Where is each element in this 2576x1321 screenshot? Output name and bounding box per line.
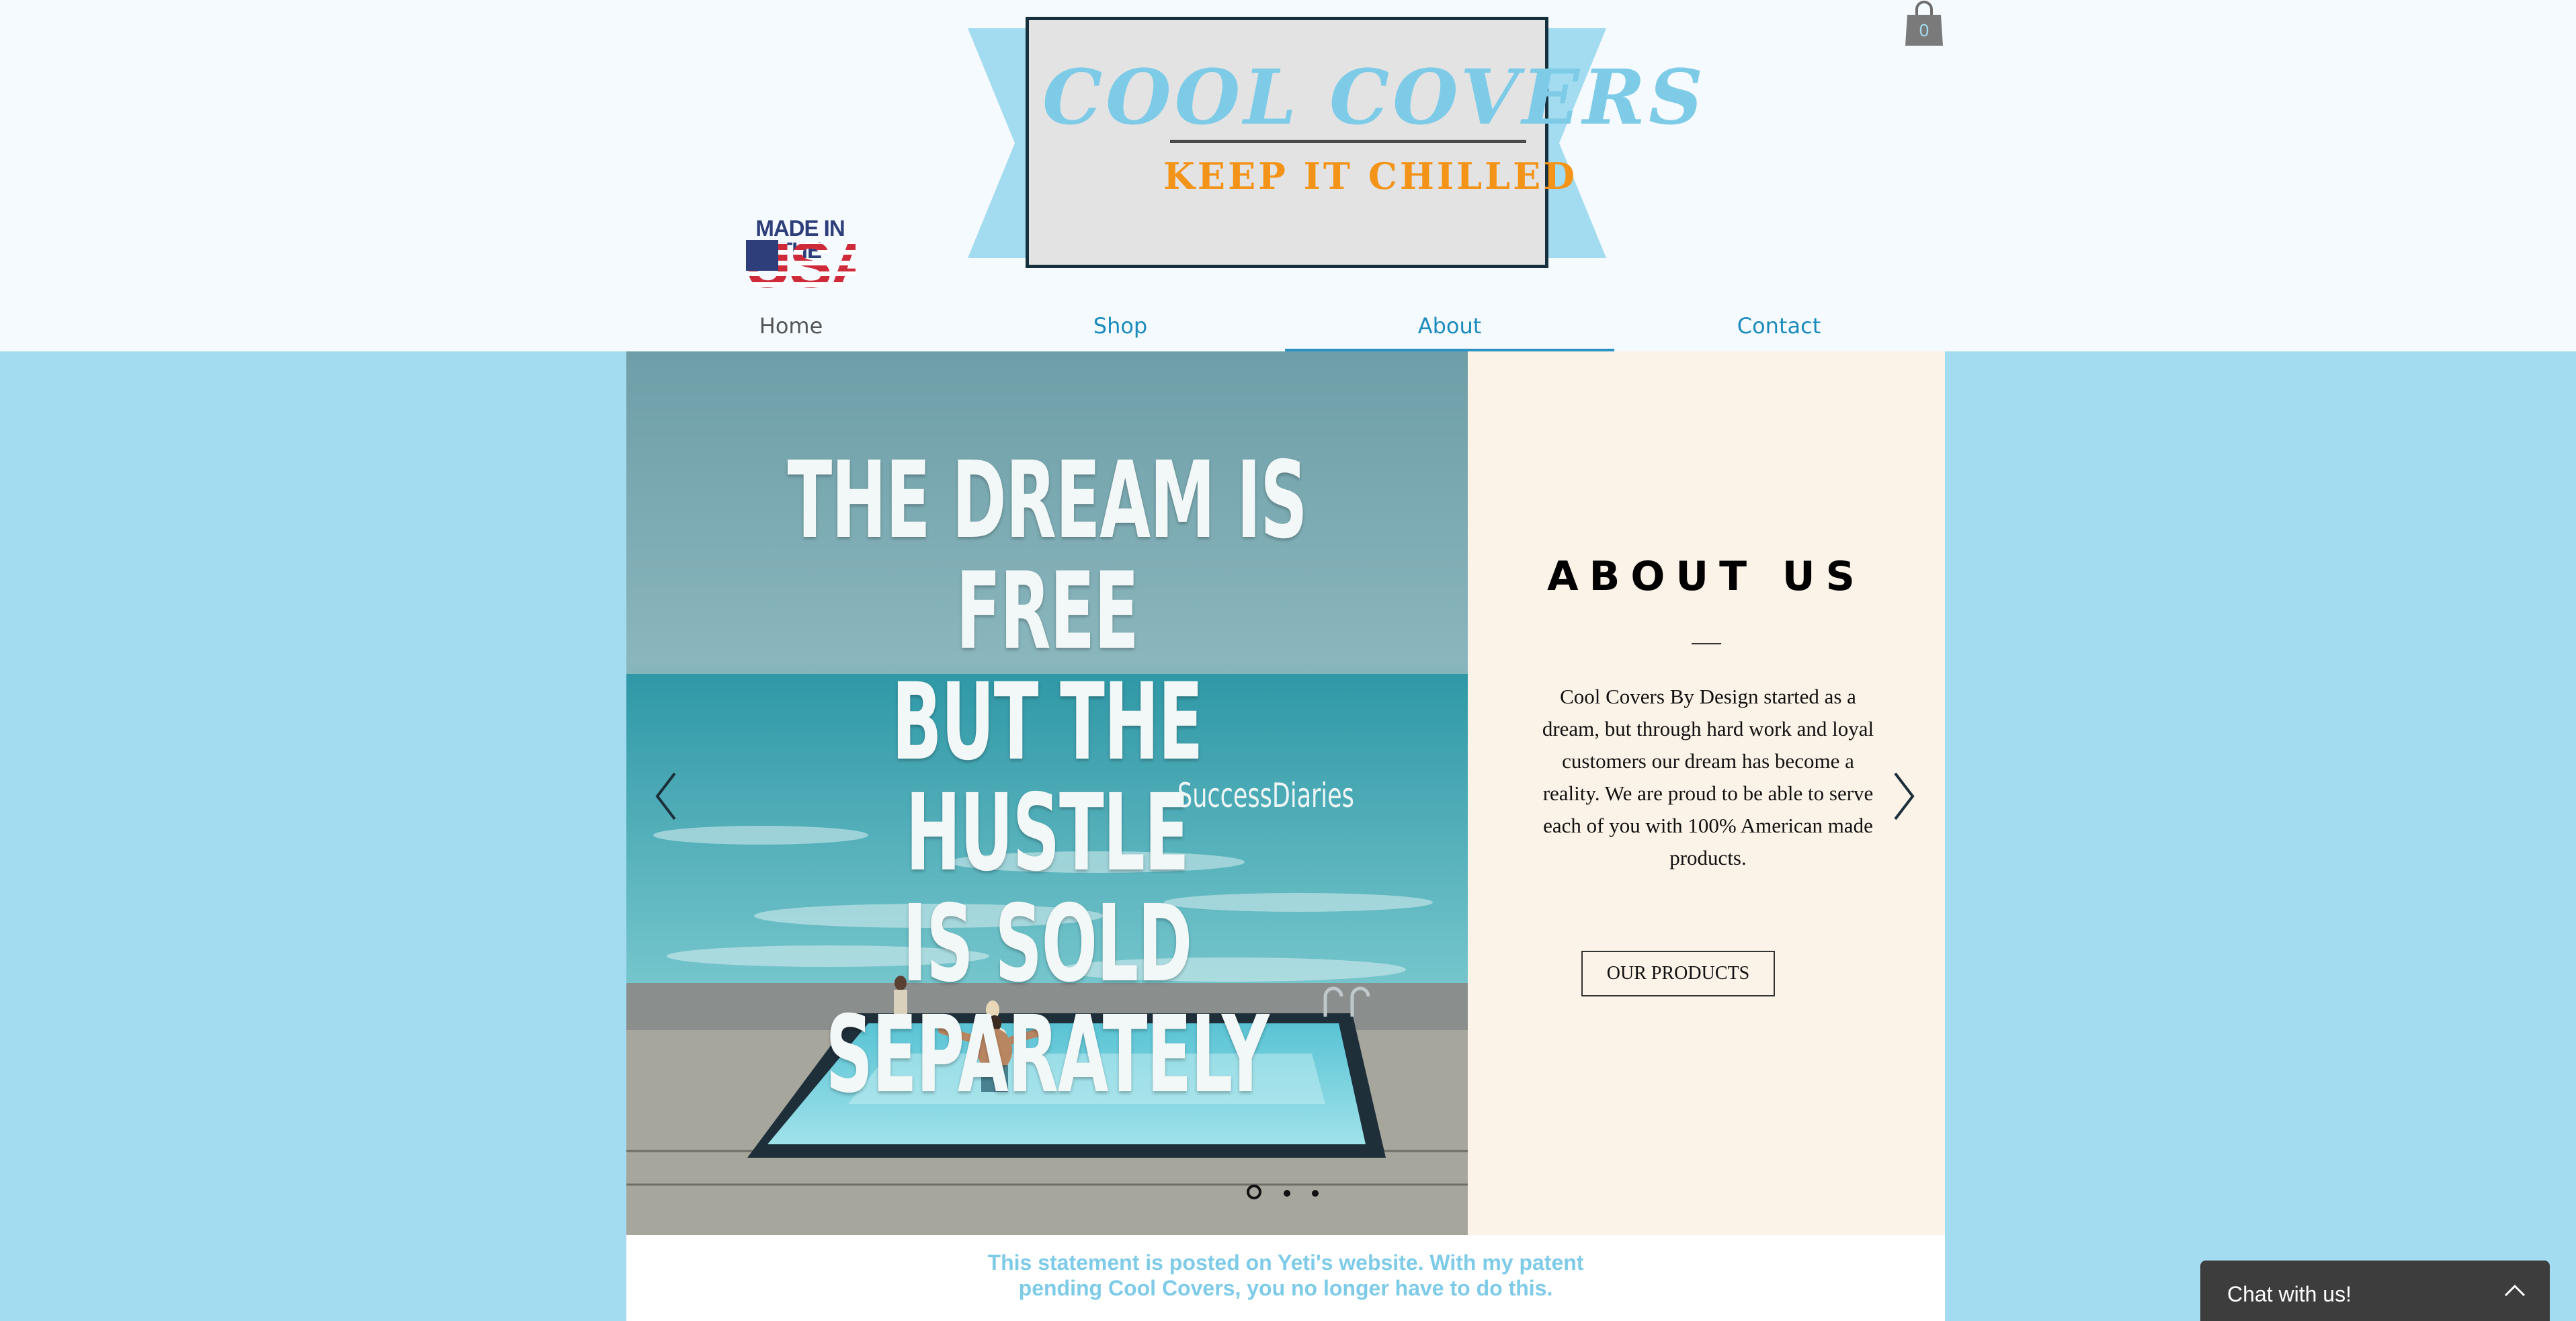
our-products-button[interactable]: OUR PRODUCTS — [1581, 951, 1775, 996]
slide-next-button[interactable] — [1888, 769, 1918, 823]
logo-tagline: KEEP IT CHILLED — [1163, 155, 1578, 198]
statement-line-2: pending Cool Covers, you no longer have … — [1018, 1276, 1553, 1300]
logo-title: COOL COVERS — [1042, 54, 1706, 142]
slide-dot-2[interactable] — [1284, 1190, 1290, 1197]
cart-button[interactable]: 0 — [1905, 0, 1944, 47]
slide-dot-1[interactable] — [1247, 1185, 1261, 1199]
about-body: Cool Covers By Design started as a dream… — [1542, 685, 1874, 869]
chat-widget[interactable]: Chat with us! — [2200, 1261, 2550, 1321]
about-panel: ABOUT US Cool Covers By Design started a… — [1468, 351, 1945, 1235]
chevron-right-icon — [1894, 772, 1915, 820]
chevron-up-icon[interactable] — [2501, 1281, 2528, 1301]
slide-dot-3[interactable] — [1312, 1190, 1319, 1197]
hero-slide-image: THE DREAM IS FREE BUT THE HUSTLE IS SOLD… — [626, 351, 1468, 1237]
statement-line-1: This statement is posted on Yeti's websi… — [987, 1250, 1584, 1275]
made-in-usa-badge: MADE IN THE USA — [745, 217, 877, 300]
main-nav: Home Shop About Contact — [626, 302, 1944, 353]
slide-prev-button[interactable] — [652, 769, 681, 823]
logo-rule — [1170, 140, 1526, 143]
statement-section: This statement is posted on Yeti's websi… — [626, 1235, 1945, 1321]
usa-badge-stars — [746, 240, 778, 271]
chat-label: Chat with us! — [2227, 1282, 2352, 1306]
statement-text: This statement is posted on Yeti's websi… — [626, 1250, 1945, 1301]
site-header: COOL COVERS KEEP IT CHILLED MADE IN THE … — [0, 0, 2576, 351]
site-logo[interactable]: COOL COVERS KEEP IT CHILLED — [1026, 17, 1706, 268]
nav-contact[interactable]: Contact — [1614, 302, 1944, 351]
nav-about[interactable]: About — [1285, 302, 1614, 351]
cart-count: 0 — [1919, 20, 1929, 40]
hero-quote-line-1: THE DREAM IS FREE — [787, 439, 1307, 673]
chevron-left-icon — [655, 772, 676, 820]
nav-shop[interactable]: Shop — [956, 302, 1285, 351]
hero-quote-line-3: IS SOLD SEPARATELY — [825, 882, 1269, 1117]
about-divider — [1692, 643, 1721, 644]
about-heading: ABOUT US — [1547, 553, 1866, 600]
hero-quote-credit: SuccessDiaries — [1177, 776, 1354, 815]
nav-home[interactable]: Home — [626, 302, 956, 351]
slide-indicators — [1247, 1185, 1341, 1205]
